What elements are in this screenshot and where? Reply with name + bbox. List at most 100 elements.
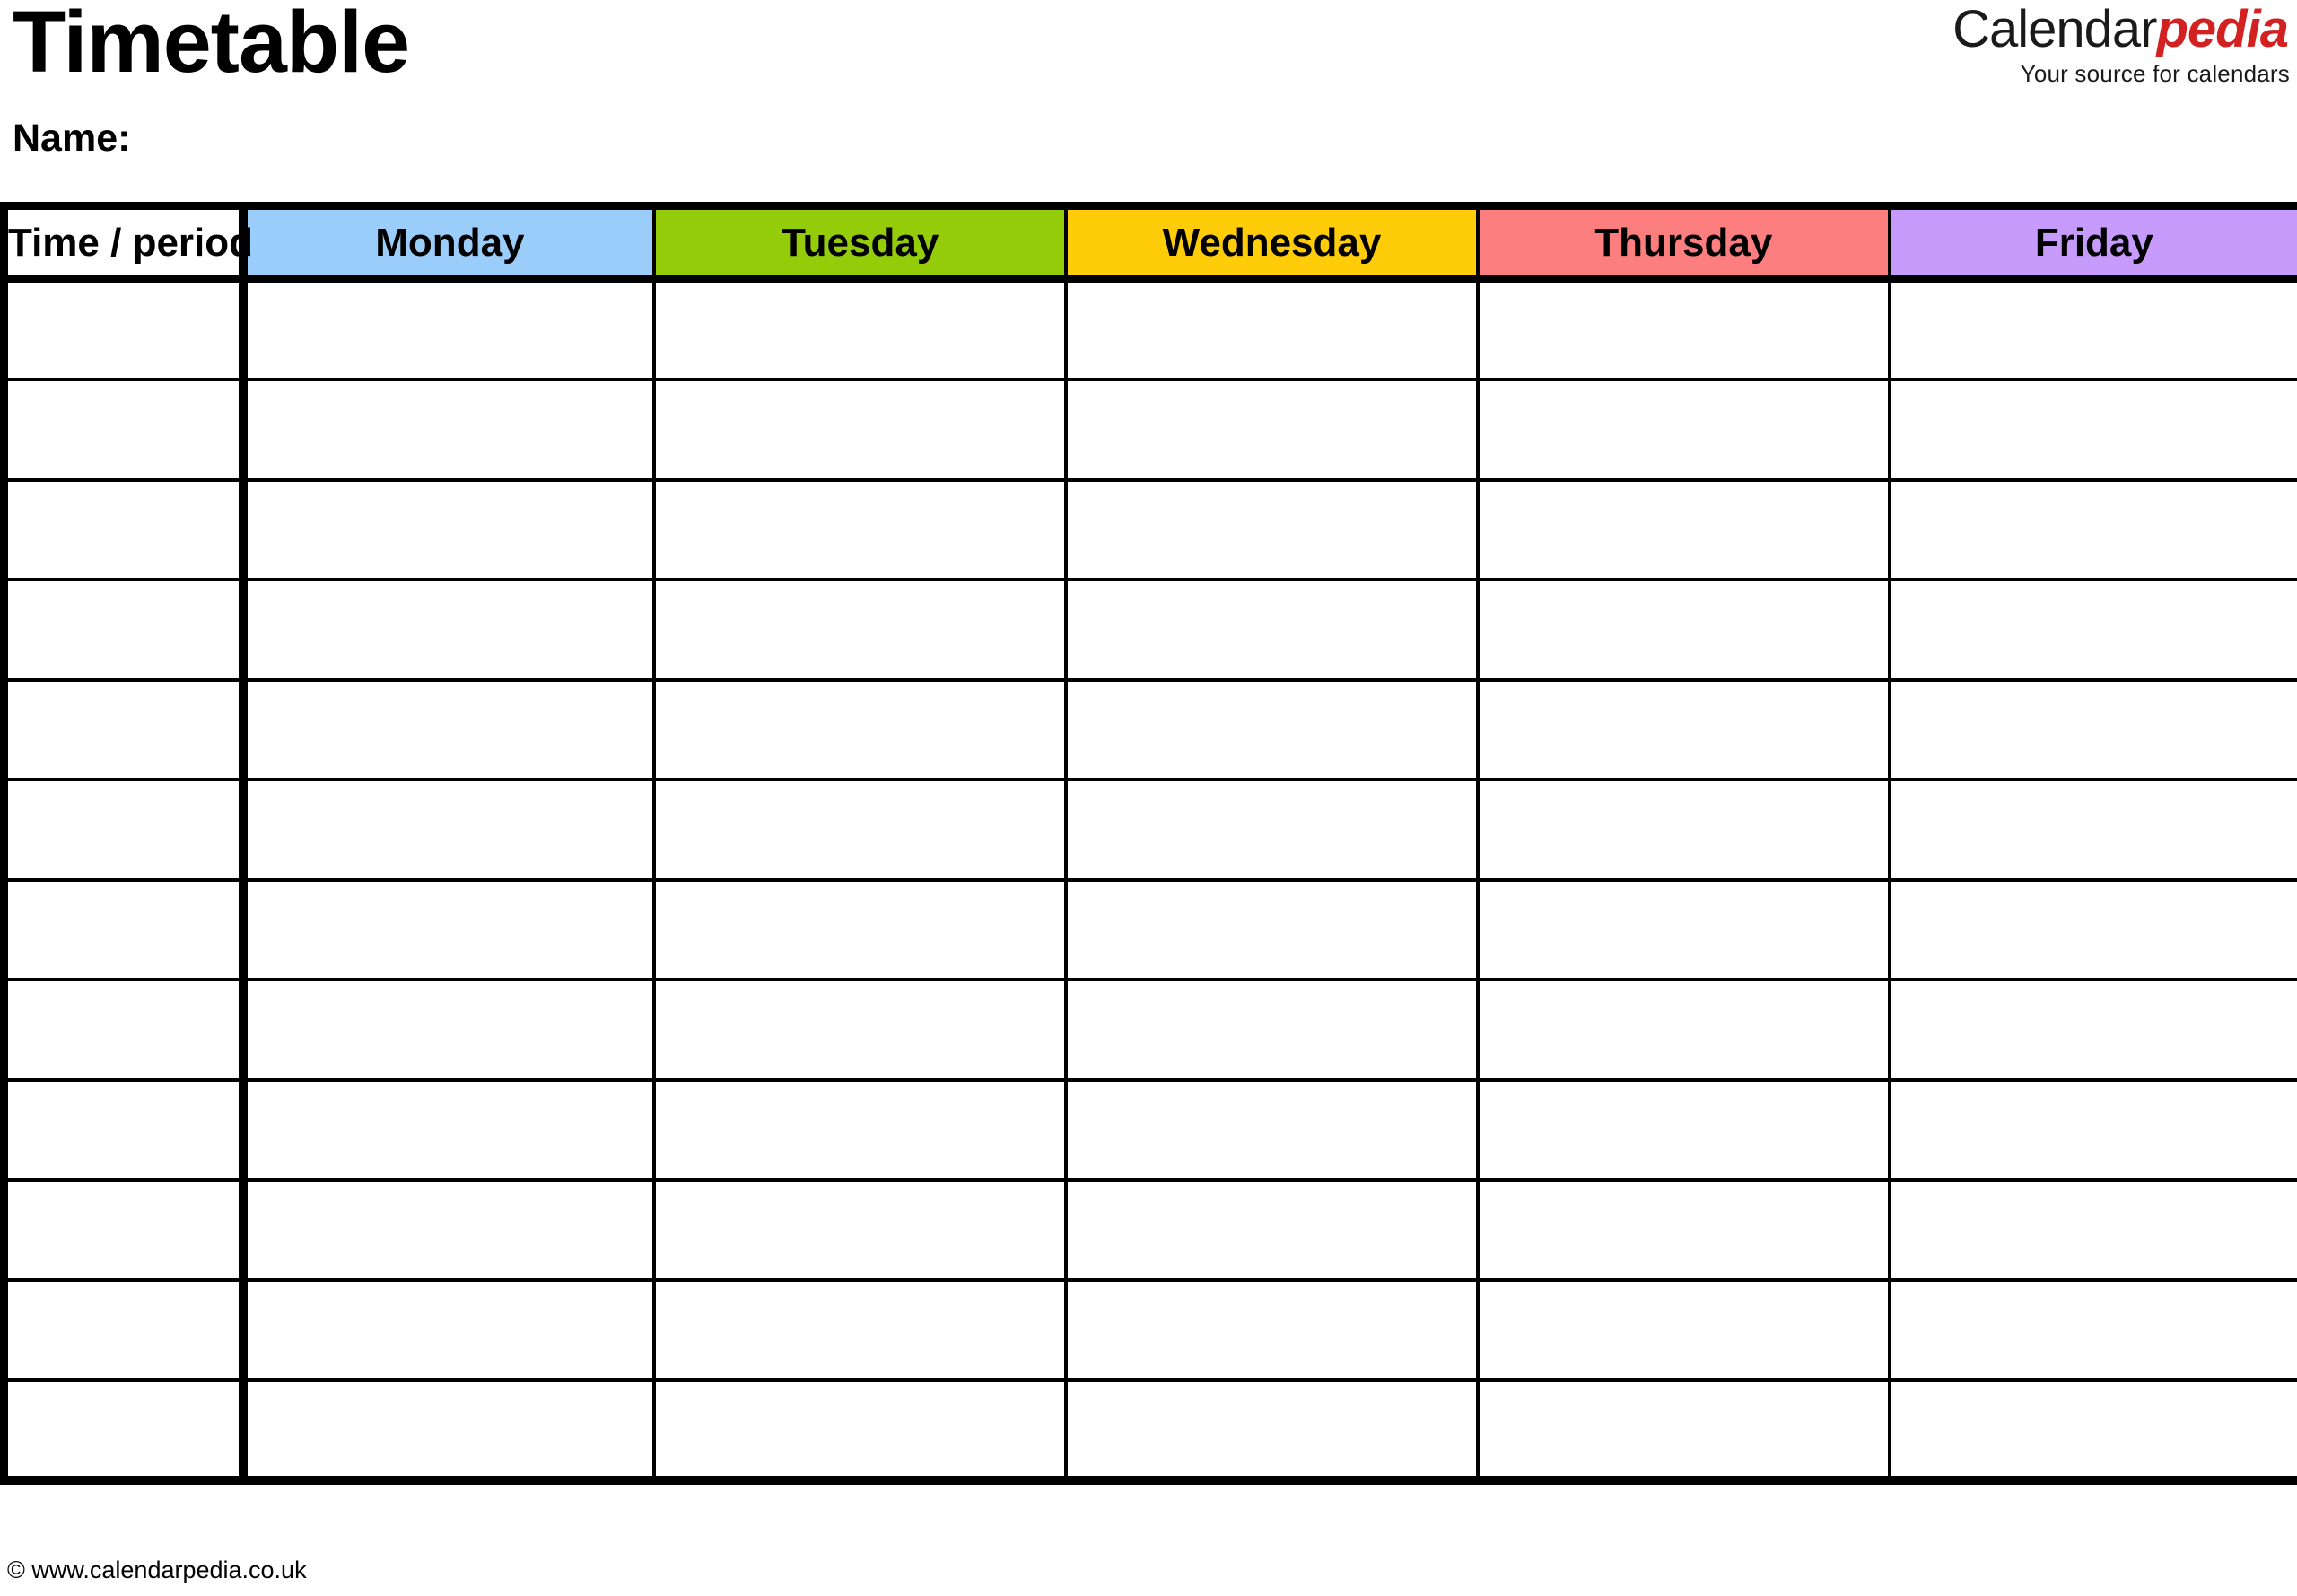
page-title: Timetable xyxy=(13,0,410,91)
cell-friday[interactable] xyxy=(1887,1380,2297,1485)
cell-time-period[interactable] xyxy=(0,479,248,581)
column-header-wednesday: Wednesday xyxy=(1064,202,1480,283)
cell-wednesday[interactable] xyxy=(1064,1079,1480,1182)
cell-monday[interactable] xyxy=(240,379,657,482)
timetable-row xyxy=(0,1079,2297,1182)
cell-wednesday[interactable] xyxy=(1064,479,1480,581)
cell-friday[interactable] xyxy=(1887,980,2297,1082)
cell-monday[interactable] xyxy=(240,980,657,1082)
timetable-body xyxy=(0,279,2297,1485)
footer-copyright: © www.calendarpedia.co.uk xyxy=(7,1557,307,1583)
cell-wednesday[interactable] xyxy=(1064,279,1480,381)
cell-tuesday[interactable] xyxy=(652,379,1069,482)
cell-tuesday[interactable] xyxy=(652,1380,1069,1485)
cell-monday[interactable] xyxy=(240,479,657,581)
logo-tld: .co.uk xyxy=(2226,0,2286,3)
cell-thursday[interactable] xyxy=(1475,379,1891,482)
cell-monday[interactable] xyxy=(240,780,657,882)
cell-time-period[interactable] xyxy=(0,780,248,882)
cell-thursday[interactable] xyxy=(1475,580,1891,682)
cell-wednesday[interactable] xyxy=(1064,980,1480,1082)
column-header-time-period: Time / period xyxy=(0,202,253,283)
calendarpedia-logo: Calendarpedia .co.uk Your source for cal… xyxy=(1952,0,2290,87)
cell-wednesday[interactable] xyxy=(1064,879,1480,981)
cell-tuesday[interactable] xyxy=(652,279,1069,381)
timetable-row xyxy=(0,1279,2297,1382)
cell-tuesday[interactable] xyxy=(652,879,1069,981)
cell-friday[interactable] xyxy=(1887,879,2297,981)
cell-time-period[interactable] xyxy=(0,1380,248,1485)
column-header-thursday: Thursday xyxy=(1475,202,1891,283)
cell-tuesday[interactable] xyxy=(652,479,1069,581)
cell-tuesday[interactable] xyxy=(652,580,1069,682)
cell-monday[interactable] xyxy=(240,1380,657,1485)
cell-wednesday[interactable] xyxy=(1064,679,1480,781)
cell-friday[interactable] xyxy=(1887,580,2297,682)
cell-wednesday[interactable] xyxy=(1064,379,1480,482)
cell-tuesday[interactable] xyxy=(652,1180,1069,1282)
timetable-header-row: Time / period Monday Tuesday Wednesday T… xyxy=(0,202,2297,283)
cell-thursday[interactable] xyxy=(1475,879,1891,981)
cell-friday[interactable] xyxy=(1887,279,2297,381)
cell-friday[interactable] xyxy=(1887,1180,2297,1282)
name-field-label: Name: xyxy=(13,117,131,160)
cell-tuesday[interactable] xyxy=(652,1279,1069,1382)
cell-thursday[interactable] xyxy=(1475,279,1891,381)
page-header: Timetable Name: Calendarpedia .co.uk You… xyxy=(0,0,2297,202)
cell-time-period[interactable] xyxy=(0,379,248,482)
timetable-row xyxy=(0,580,2297,682)
cell-friday[interactable] xyxy=(1887,780,2297,882)
logo-brand-calendar: Calendar xyxy=(1952,0,2157,58)
cell-tuesday[interactable] xyxy=(652,679,1069,781)
cell-monday[interactable] xyxy=(240,580,657,682)
cell-thursday[interactable] xyxy=(1475,780,1891,882)
cell-friday[interactable] xyxy=(1887,479,2297,581)
cell-tuesday[interactable] xyxy=(652,980,1069,1082)
column-header-monday: Monday xyxy=(240,202,657,283)
cell-monday[interactable] xyxy=(240,1180,657,1282)
timetable-grid: Time / period Monday Tuesday Wednesday T… xyxy=(0,202,2297,1485)
timetable-row xyxy=(0,379,2297,482)
cell-monday[interactable] xyxy=(240,679,657,781)
logo-wordmark: Calendarpedia .co.uk xyxy=(1952,0,2290,56)
cell-monday[interactable] xyxy=(240,1279,657,1382)
cell-wednesday[interactable] xyxy=(1064,780,1480,882)
timetable-row xyxy=(0,479,2297,581)
cell-thursday[interactable] xyxy=(1475,479,1891,581)
timetable-head: Time / period Monday Tuesday Wednesday T… xyxy=(0,202,2297,283)
cell-time-period[interactable] xyxy=(0,679,248,781)
cell-time-period[interactable] xyxy=(0,1279,248,1382)
cell-friday[interactable] xyxy=(1887,379,2297,482)
cell-wednesday[interactable] xyxy=(1064,580,1480,682)
cell-friday[interactable] xyxy=(1887,679,2297,781)
cell-wednesday[interactable] xyxy=(1064,1279,1480,1382)
cell-thursday[interactable] xyxy=(1475,679,1891,781)
cell-wednesday[interactable] xyxy=(1064,1380,1480,1485)
cell-time-period[interactable] xyxy=(0,279,248,381)
cell-thursday[interactable] xyxy=(1475,1380,1891,1485)
cell-time-period[interactable] xyxy=(0,1079,248,1182)
cell-time-period[interactable] xyxy=(0,1180,248,1282)
cell-tuesday[interactable] xyxy=(652,1079,1069,1182)
cell-thursday[interactable] xyxy=(1475,1279,1891,1382)
timetable-row xyxy=(0,780,2297,882)
cell-wednesday[interactable] xyxy=(1064,1180,1480,1282)
cell-thursday[interactable] xyxy=(1475,1180,1891,1282)
timetable-row xyxy=(0,980,2297,1082)
cell-friday[interactable] xyxy=(1887,1279,2297,1382)
cell-tuesday[interactable] xyxy=(652,780,1069,882)
timetable-row xyxy=(0,1380,2297,1485)
logo-tagline: Your source for calendars xyxy=(2020,60,2290,87)
cell-time-period[interactable] xyxy=(0,879,248,981)
logo-brand-pedia: pedia xyxy=(2156,0,2289,58)
cell-thursday[interactable] xyxy=(1475,980,1891,1082)
cell-monday[interactable] xyxy=(240,1079,657,1182)
cell-thursday[interactable] xyxy=(1475,1079,1891,1182)
cell-monday[interactable] xyxy=(240,279,657,381)
cell-monday[interactable] xyxy=(240,879,657,981)
cell-time-period[interactable] xyxy=(0,580,248,682)
timetable-row xyxy=(0,279,2297,381)
cell-friday[interactable] xyxy=(1887,1079,2297,1182)
timetable-page: Timetable Name: Calendarpedia .co.uk You… xyxy=(0,0,2297,1596)
cell-time-period[interactable] xyxy=(0,980,248,1082)
